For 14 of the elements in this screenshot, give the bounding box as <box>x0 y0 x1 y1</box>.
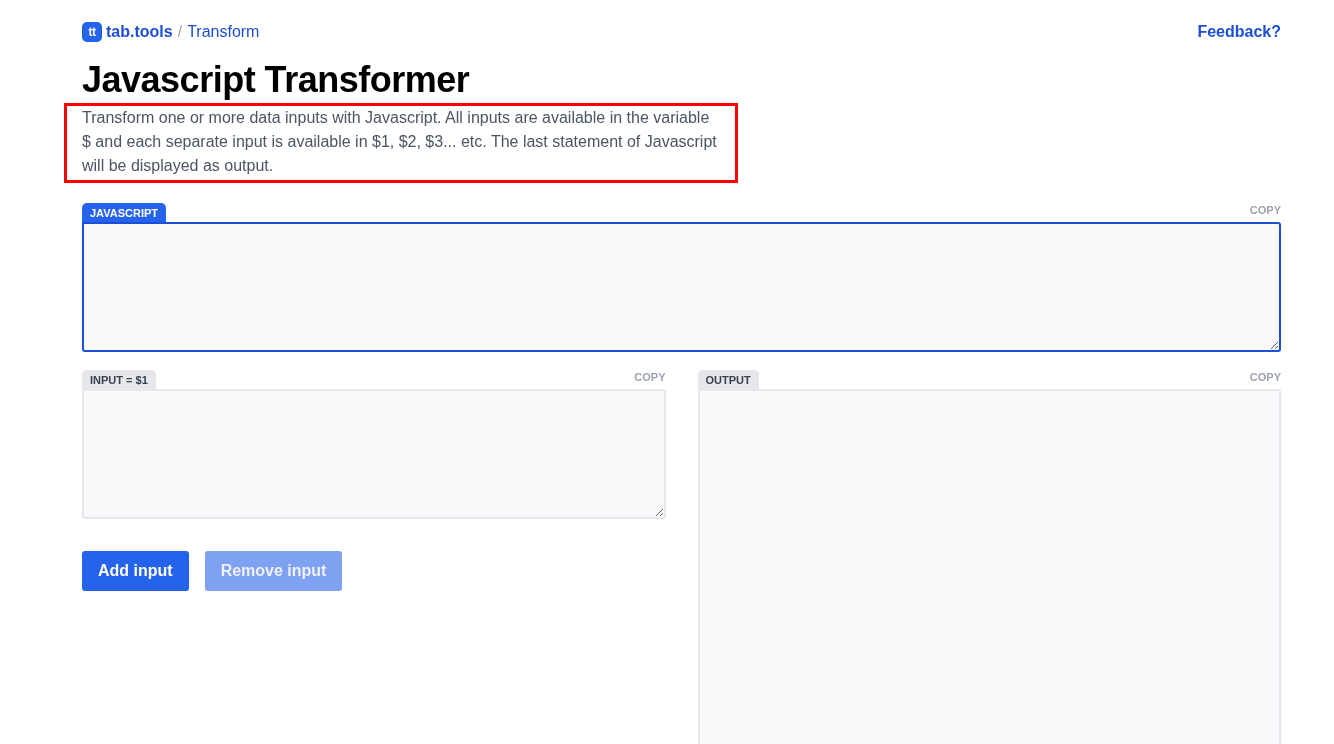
home-link[interactable]: tt tab.tools <box>82 22 173 42</box>
description: Transform one or more data inputs with Javascript. All inputs are available in the variable $ and each separate input is available in $1, $2, $3... etc. The last statement of Javascript will be displayed as output. <box>67 106 735 180</box>
page-title: Javascript Transformer <box>82 60 471 100</box>
logo-icon: tt <box>82 22 102 42</box>
field-label: INPUT = $1 <box>82 370 156 389</box>
breadcrumb-link[interactable]: Transform <box>187 23 260 41</box>
field-label: JAVASCRIPT <box>82 203 167 222</box>
copy-button[interactable]: COPY <box>1249 204 1281 222</box>
copy-button[interactable]: COPY <box>1249 371 1281 389</box>
breadcrumb-separator: / <box>177 23 183 41</box>
text-area[interactable] <box>82 222 1281 352</box>
add-button[interactable]: Add input <box>82 551 189 591</box>
field-label: OUTPUT <box>697 370 759 389</box>
feedback-link[interactable]: Feedback? <box>1197 23 1281 41</box>
